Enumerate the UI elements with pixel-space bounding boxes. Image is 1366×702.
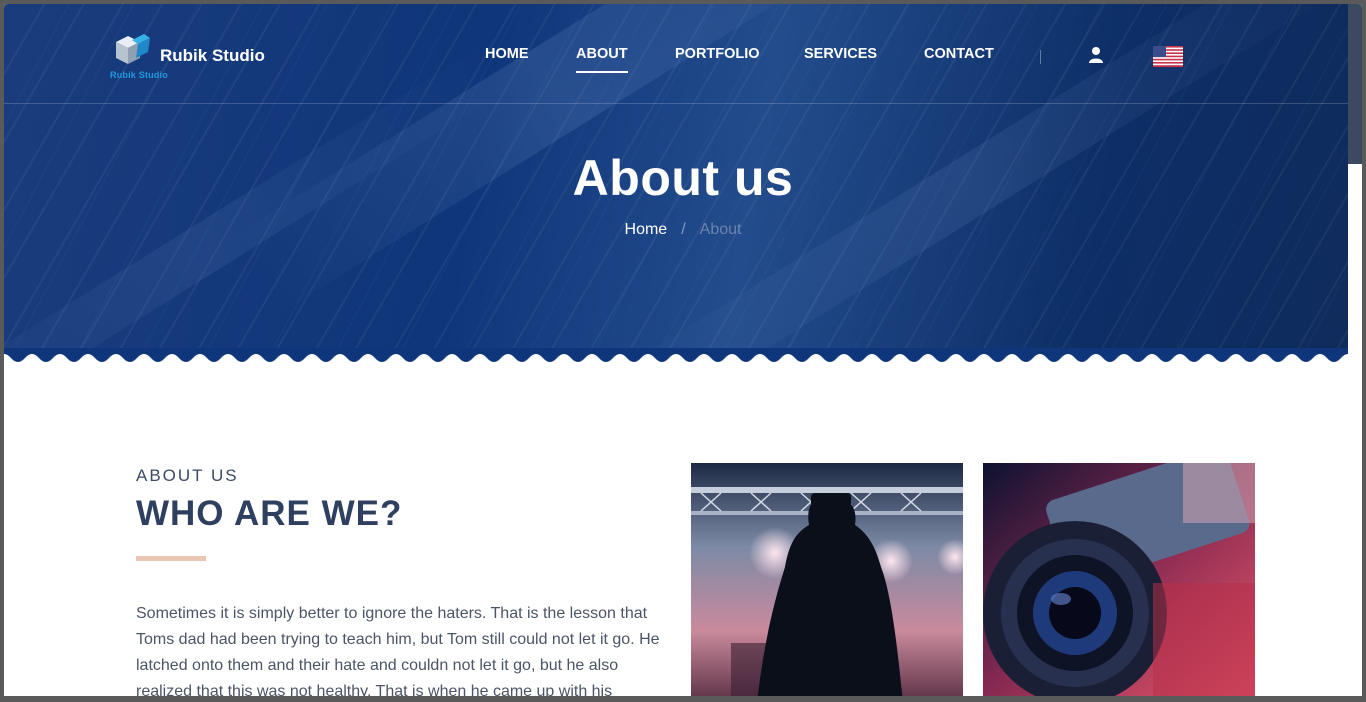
site-header: Rubik Studio Rubik Studio HOME ABOUT POR… [4, 4, 1362, 104]
page-title: About us [572, 150, 794, 206]
breadcrumb-separator: / [681, 221, 686, 238]
us-flag-icon[interactable] [1153, 46, 1183, 67]
browser-viewport: Rubik Studio Rubik Studio HOME ABOUT POR… [4, 4, 1362, 696]
breadcrumb-home-link[interactable]: Home [625, 221, 668, 238]
camera-photo [983, 463, 1255, 696]
wave-divider [4, 348, 1362, 370]
concert-photo [691, 463, 963, 696]
nav-divider [1040, 50, 1041, 64]
hero-banner: Rubik Studio Rubik Studio HOME ABOUT POR… [4, 4, 1362, 364]
brand-name: Rubik Studio [160, 46, 265, 65]
user-icon[interactable] [1088, 46, 1104, 64]
section-title: WHO ARE WE? [136, 494, 403, 533]
nav-item-contact[interactable]: CONTACT [924, 46, 994, 62]
breadcrumb: Home / About [4, 221, 1362, 239]
nav-item-services[interactable]: SERVICES [804, 46, 877, 62]
nav-item-home[interactable]: HOME [485, 46, 529, 62]
about-paragraph: Sometimes it is simply better to ignore … [136, 605, 660, 696]
title-underline [136, 556, 206, 561]
nav-item-about[interactable]: ABOUT [576, 46, 628, 73]
nav-item-portfolio[interactable]: PORTFOLIO [675, 46, 760, 62]
site-logo[interactable]: Rubik Studio Rubik Studio [108, 34, 298, 82]
scrollbar-thumb[interactable] [1348, 4, 1362, 164]
section-eyebrow: ABOUT US [136, 466, 239, 485]
logo-subtext: Rubik Studio [110, 70, 168, 80]
breadcrumb-current: About [699, 221, 742, 238]
